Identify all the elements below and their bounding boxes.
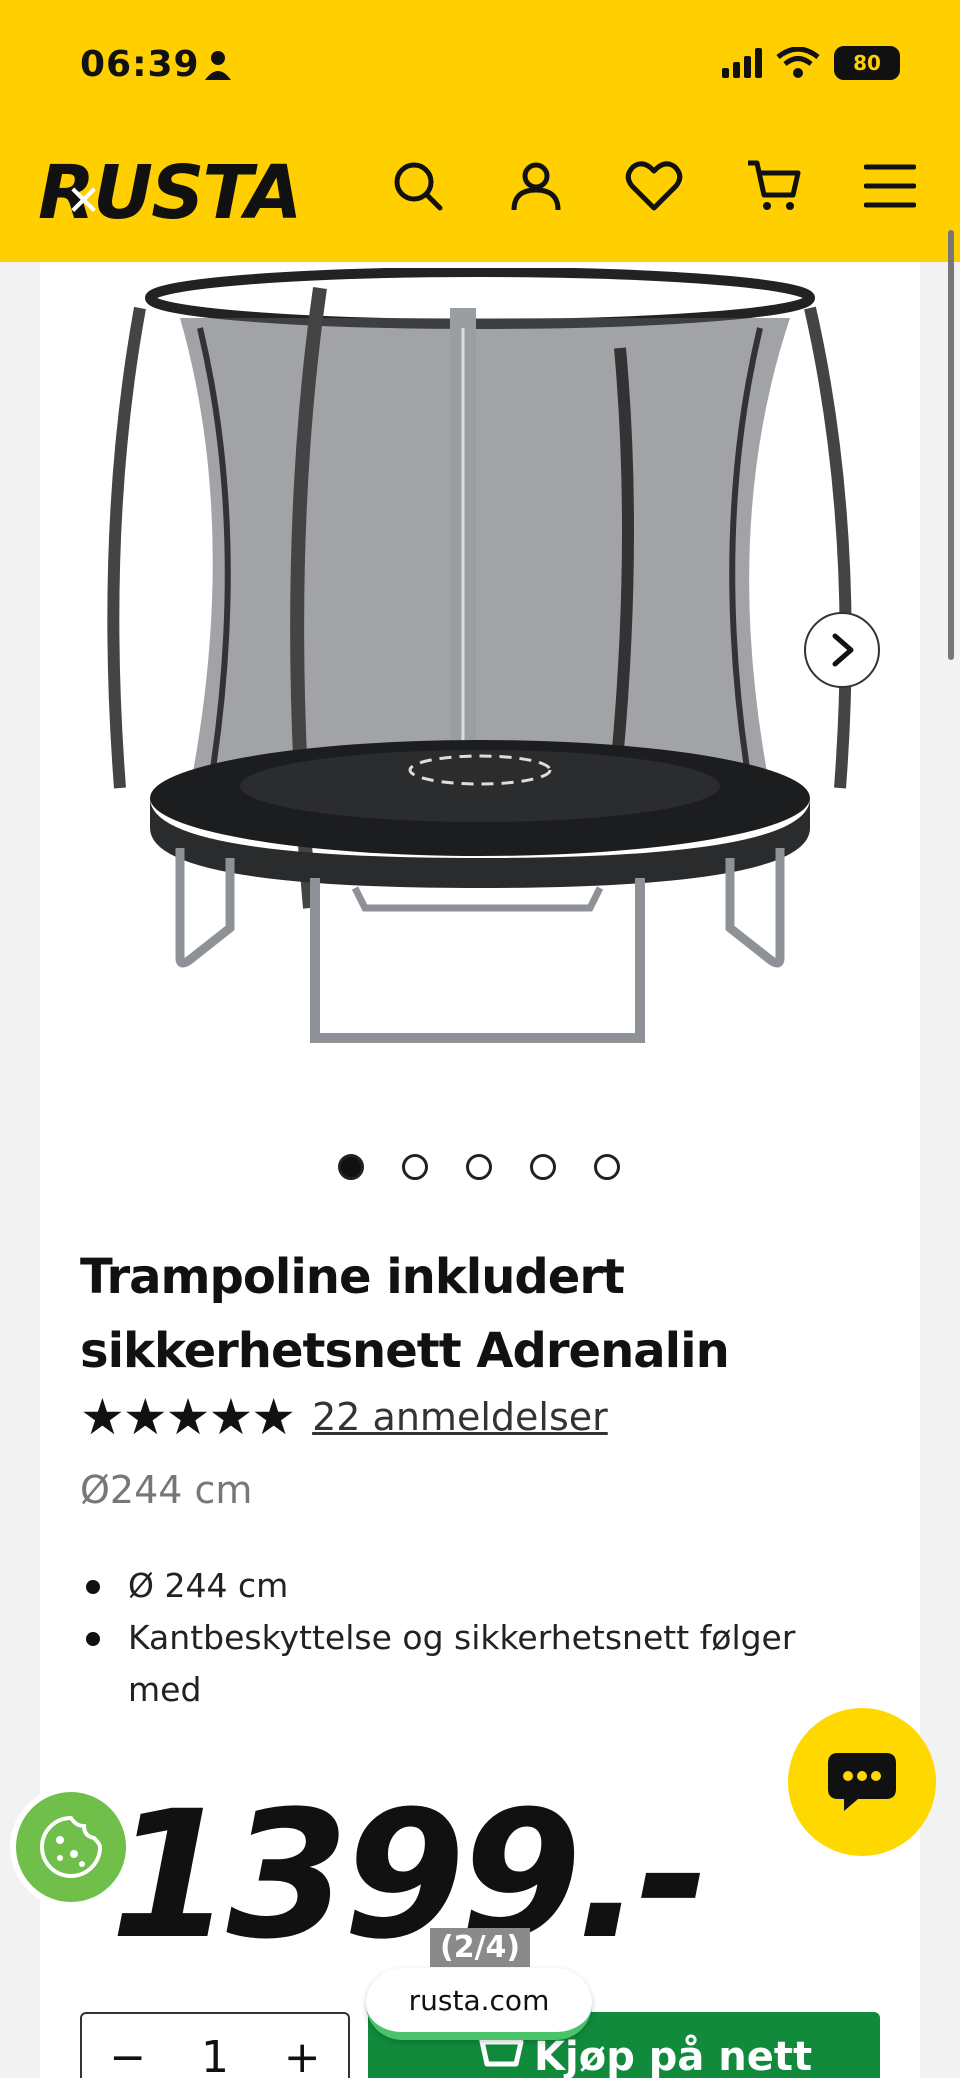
search-icon[interactable] xyxy=(382,150,454,222)
top-header: 06:39 80 RUSTA ✕ xyxy=(0,0,960,262)
list-item: Ø 244 cm xyxy=(80,1560,840,1612)
product-price: 1399.- xyxy=(110,1773,710,1978)
wifi-icon xyxy=(776,47,820,78)
product-title: Trampoline inkludert sikkerhetsnett Adre… xyxy=(80,1249,730,1379)
quantity-value[interactable]: 1 xyxy=(201,2032,229,2078)
menu-icon[interactable] xyxy=(854,150,926,222)
rating-stars: ★★★★★ xyxy=(80,1388,296,1446)
chat-icon xyxy=(828,1753,896,1811)
decrease-button[interactable]: − xyxy=(109,2032,146,2078)
status-icons: 80 xyxy=(722,46,900,80)
gallery-dots xyxy=(338,1154,620,1180)
battery-icon: 80 xyxy=(834,46,900,80)
gallery-dot[interactable] xyxy=(402,1154,428,1180)
gallery-dot[interactable] xyxy=(530,1154,556,1180)
feature-list: Ø 244 cm Kantbeskyttelse og sikkerhetsne… xyxy=(80,1560,840,1716)
chevron-right-icon xyxy=(832,633,854,667)
gallery-dot[interactable] xyxy=(466,1154,492,1180)
heart-icon[interactable] xyxy=(618,150,690,222)
next-image-button[interactable] xyxy=(804,612,880,688)
page-scrollbar[interactable] xyxy=(948,230,954,660)
chat-button[interactable] xyxy=(788,1708,936,1856)
page: 06:39 80 RUSTA ✕ Trampoline inkludert si… xyxy=(0,0,960,2078)
address-bar[interactable]: rusta.com xyxy=(366,1968,592,2040)
gallery-dot[interactable] xyxy=(594,1154,620,1180)
product-rating: ★★★★★ 22 anmeldelser xyxy=(80,1392,608,1442)
account-icon[interactable] xyxy=(500,150,572,222)
product-size: Ø244 cm xyxy=(80,1468,253,1512)
cookie-icon xyxy=(40,1815,103,1878)
signal-icon xyxy=(722,48,762,78)
cart-icon[interactable] xyxy=(738,150,810,222)
buy-button-label: Kjøp på nett xyxy=(534,2034,813,2078)
gallery-dot[interactable] xyxy=(338,1154,364,1180)
reviews-link[interactable]: 22 anmeldelser xyxy=(312,1395,608,1439)
tab-counter: (2/4) xyxy=(430,1928,531,1967)
person-status-icon xyxy=(205,51,231,80)
increase-button[interactable]: + xyxy=(284,2032,321,2078)
product-image[interactable] xyxy=(80,268,880,1068)
cookie-settings-button[interactable] xyxy=(10,1786,132,1908)
quantity-stepper: − 1 + xyxy=(80,2012,350,2078)
status-time: 06:39 xyxy=(80,44,200,85)
list-item: Kantbeskyttelse og sikkerhetsnett følger… xyxy=(80,1612,840,1716)
close-icon[interactable]: ✕ xyxy=(66,176,101,225)
